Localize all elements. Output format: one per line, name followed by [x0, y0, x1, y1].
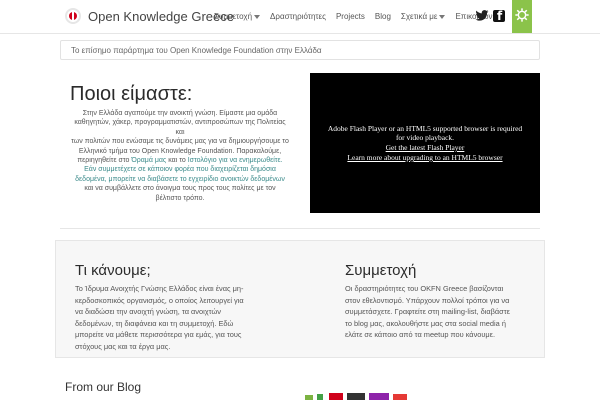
text-line: δεδομένων, τη διαφάνεια και τη συμμετοχή… [75, 318, 234, 328]
top-navbar: Open Knowledge Greece Συμμετοχή Δραστηρι… [0, 0, 600, 34]
settings-button[interactable] [512, 0, 532, 33]
blog-link[interactable]: Ιστολόγιο για να ενημερωθείτε. [188, 157, 283, 164]
blog-post-image[interactable] [305, 393, 415, 400]
text-line: το blog μας, ακολουθήστε μας στα social … [345, 318, 506, 328]
participation-title: Συμμετοχή [345, 262, 417, 279]
gear-icon [515, 8, 529, 22]
brand-title[interactable]: Open Knowledge Greece [88, 9, 234, 24]
tagline-text: Το επίσημο παράρτημα του Open Knowledge … [71, 46, 322, 55]
nav-item-activities[interactable]: Δραστηριότητες [270, 12, 326, 21]
text-fragment: περιηγηθείτε στο [77, 157, 132, 165]
text-line: στον εθελοντισμό. Υπάρχουν πολλοί τρόποι… [345, 295, 510, 305]
text-line: μπορείτε να μάθετε περισσότερα για εμάς,… [75, 330, 242, 339]
chevron-down-icon [254, 14, 261, 19]
facebook-icon[interactable] [493, 9, 505, 23]
text-line: στόχους μας και τα έργα μας. [75, 341, 171, 351]
blog-section-title: From our Blog [65, 380, 142, 394]
text-line: κερδοσκοπικός οργανισμός, ο οποίος λειτο… [75, 295, 244, 305]
nav-item-about[interactable]: Σχετικά με [401, 12, 446, 21]
who-we-are-title: Ποιοι είμαστε: [70, 83, 193, 105]
nav-item-participation[interactable]: Συμμετοχή [214, 12, 261, 21]
video-player[interactable]: Adobe Flash Player or an HTML5 supported… [310, 73, 540, 213]
text-line: και να συμβάλλετε στο άνοιγμα τους προς … [84, 185, 276, 193]
what-we-do-text: Το Ίδρυμα Ανοιχτής Γνώσης Ελλάδος είναι … [75, 283, 270, 352]
participation-text: Οι δραστηριότητες του OKFN Greece βασίζο… [345, 283, 530, 341]
text-line: να διαδώσει την ανοιχτή γνώση, τα ανοιχτ… [75, 307, 221, 316]
nav-item-projects[interactable]: Projects [336, 12, 365, 21]
nav-item-blog[interactable]: Blog [375, 12, 391, 21]
text-line: ελάτε σε κάποιο από τα meetup που κάνουμ… [345, 330, 496, 339]
upgrade-html5-link[interactable]: Learn more about upgrading to an HTML5 b… [310, 153, 540, 162]
logo-icon[interactable] [65, 8, 81, 24]
text-line: βέλτιστο τρόπο. [155, 194, 205, 202]
vision-link[interactable]: Όραμά μας [131, 157, 166, 164]
text-line: Ελληνικό τμήμα του Open Knowledge Founda… [78, 147, 282, 155]
data-handbook-link[interactable]: Εάν συμμετέχετε σε κάποιον φορέα που δια… [70, 165, 290, 174]
data-handbook-link[interactable]: δεδομένα, μπορείτε να διαβάσετε το εγχει… [70, 175, 290, 184]
main-nav: Συμμετοχή Δραστηριότητες Projects Blog Σ… [214, 12, 499, 21]
video-message: for video playback. [395, 133, 455, 142]
text-line: συμμετάσχετε. Γραφτείτε στη mailing-list… [345, 307, 510, 316]
nav-item-label: Σχετικά με [400, 12, 438, 21]
text-line: περιηγηθείτε στο Όραμά μας και το Ιστολό… [70, 156, 290, 165]
get-flash-link[interactable]: Get the latest Flash Player [310, 143, 540, 152]
tagline-banner: Το επίσημο παράρτημα του Open Knowledge … [60, 40, 540, 60]
video-message: Adobe Flash Player or an HTML5 supported… [327, 124, 523, 133]
who-we-are-text: Στην Ελλάδα αγαπούμε την ανοικτή γνώση. … [70, 109, 290, 203]
what-we-do-title: Τι κάνουμε; [75, 262, 151, 279]
text-fragment: και το [166, 157, 188, 165]
chevron-down-icon [439, 14, 446, 19]
text-line: καθηγητών, χάκερ, προγραμματιστών, αντιπ… [74, 119, 286, 136]
divider [60, 228, 540, 229]
text-line: Στην Ελλάδα αγαπούμε την ανοικτή γνώση. … [82, 110, 278, 117]
nav-item-label: Συμμετοχή [214, 12, 253, 21]
text-line: Το Ίδρυμα Ανοιχτής Γνώσης Ελλάδος είναι … [75, 284, 244, 293]
twitter-icon[interactable] [475, 10, 489, 22]
text-line: των πολιτών που ενώσαμε τις δυνάμεις μας… [71, 138, 289, 146]
text-line: Οι δραστηριότητες του OKFN Greece βασίζο… [345, 284, 504, 293]
